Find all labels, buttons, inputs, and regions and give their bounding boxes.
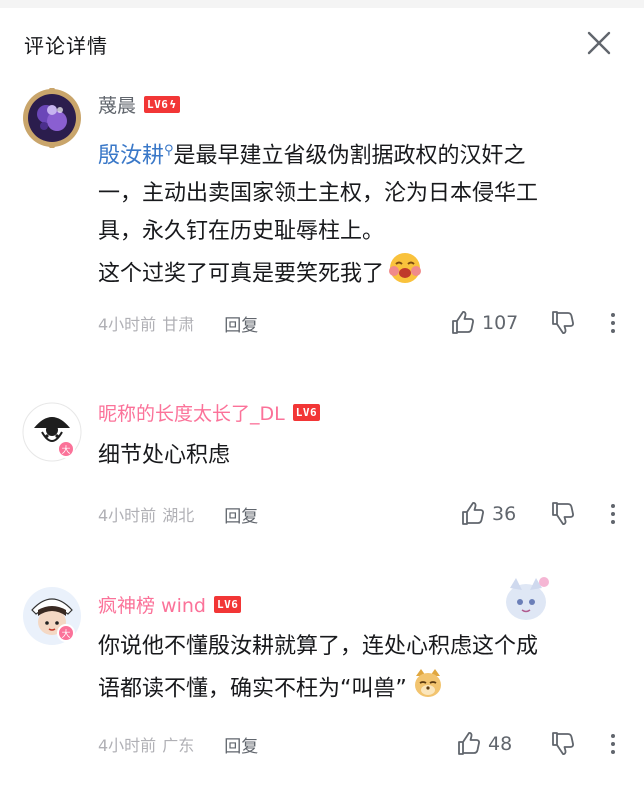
level-label: LV6 — [147, 97, 169, 111]
page-title: 评论详情 — [24, 34, 108, 58]
comment-line: 是最早建立省级伪割据政权的汉奸之 — [173, 143, 526, 169]
comment-header: 蔑晨 LV6 ϟ — [98, 90, 180, 118]
comment-line: 具，永久钉在历史耻辱柱上。 — [98, 219, 385, 245]
like-button[interactable]: 107 — [450, 310, 518, 336]
comment-actions: 107 — [450, 309, 615, 337]
like-count: 107 — [482, 312, 519, 334]
comment-line: 这个过奖了可真是要笑死我了 — [98, 261, 385, 287]
comment-text: 殷汝耕⚲是最早建立省级伪割据政权的汉奸之 一，主动出卖国家领土主权，沦为日本侵华… — [98, 132, 618, 298]
thumbs-up-icon — [458, 732, 480, 755]
reply-button[interactable]: 回复 — [224, 502, 258, 527]
comment-meta: 4小时前 湖北 回复 — [98, 502, 258, 527]
more-options-button[interactable] — [608, 500, 618, 532]
more-vertical-icon — [611, 504, 615, 524]
level-badge: LV6 — [213, 595, 242, 613]
comment-meta: 4小时前 甘肃 回复 — [98, 311, 258, 336]
level-bolt-icon: ϟ — [169, 97, 177, 111]
search-icon: ⚲ — [164, 143, 174, 158]
timestamp: 4小时前 — [98, 506, 157, 525]
thumbs-down-icon — [552, 732, 574, 755]
comment-text: 你说他不懂殷汝耕就算了，连处心积虑这个成 语都读不懂，确实不枉为“叫兽” — [98, 628, 618, 713]
level-label: LV6 — [295, 405, 318, 419]
reply-button[interactable]: 回复 — [224, 732, 258, 757]
reply-button[interactable]: 回复 — [224, 311, 258, 336]
comment-actions: 48 — [456, 730, 615, 758]
thumbs-up-icon — [452, 311, 474, 334]
timestamp: 4小时前 — [98, 736, 157, 755]
more-options-button[interactable] — [608, 309, 618, 341]
thumbs-down-icon — [552, 311, 574, 334]
level-badge: LV6 — [292, 403, 321, 421]
decoration-sticker — [498, 574, 554, 630]
page-header: 评论详情 — [0, 8, 644, 72]
comment-text: 细节处心积虑 — [98, 437, 618, 475]
more-options-button[interactable] — [608, 730, 618, 762]
comment-line: 细节处心积虑 — [98, 443, 231, 468]
like-button[interactable]: 48 — [456, 731, 512, 757]
close-icon — [587, 31, 611, 55]
dislike-button[interactable] — [550, 730, 576, 762]
avatar[interactable]: 大 — [22, 586, 82, 646]
comment-meta: 4小时前 广东 回复 — [98, 732, 258, 757]
like-count: 48 — [488, 733, 513, 755]
level-badge: LV6 ϟ — [144, 95, 180, 113]
doge-emoji — [411, 666, 445, 713]
top-divider — [0, 0, 644, 8]
comment-header: 疯神榜 wind LV6 — [98, 590, 242, 618]
like-button[interactable]: 36 — [460, 501, 516, 527]
timestamp: 4小时前 — [98, 315, 157, 334]
dislike-button[interactable] — [550, 500, 576, 532]
comment-line: 语都读不懂，确实不枉为“叫兽” — [98, 676, 407, 702]
thumbs-down-icon — [552, 502, 574, 525]
comment-actions: 36 — [460, 500, 615, 528]
comment-line: 一，主动出卖国家领土主权，沦为日本侵华工 — [98, 181, 539, 207]
svg-text:大: 大 — [61, 628, 70, 640]
location: 湖北 — [162, 506, 195, 525]
close-button[interactable] — [584, 28, 614, 58]
username[interactable]: 蔑晨 — [98, 91, 136, 118]
username[interactable]: 昵称的长度太长了_DL — [98, 399, 285, 426]
username[interactable]: 疯神榜 wind — [98, 591, 206, 618]
comment-line: 你说他不懂殷汝耕就算了，连处心积虑这个成 — [98, 634, 539, 659]
svg-text:大: 大 — [61, 444, 70, 456]
more-vertical-icon — [611, 734, 615, 754]
comment-header: 昵称的长度太长了_DL LV6 — [98, 398, 321, 426]
thumbs-up-icon — [462, 502, 484, 525]
avatar[interactable]: 大 — [22, 402, 82, 462]
more-vertical-icon — [611, 313, 615, 333]
avatar[interactable] — [22, 88, 82, 148]
mention-link[interactable]: 殷汝耕 — [98, 143, 164, 168]
dislike-button[interactable] — [550, 309, 576, 341]
location: 广东 — [162, 736, 195, 755]
laughing-emoji — [388, 251, 422, 298]
location: 甘肃 — [162, 315, 195, 334]
like-count: 36 — [492, 503, 517, 525]
level-label: LV6 — [216, 597, 239, 611]
